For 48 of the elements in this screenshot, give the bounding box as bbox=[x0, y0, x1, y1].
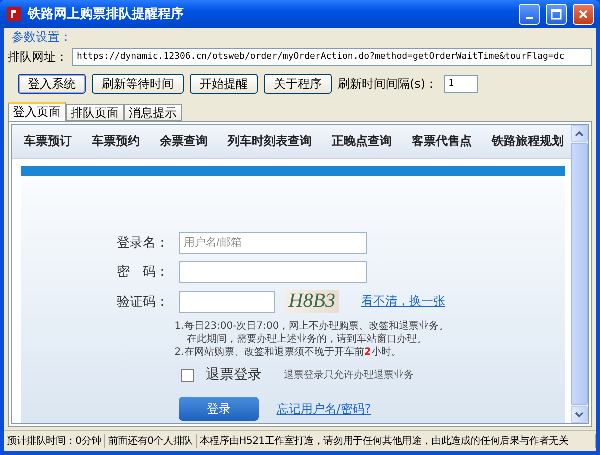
nav-link[interactable]: 列车时刻表查询 bbox=[228, 133, 312, 150]
url-field[interactable]: https://dynamic.12306.cn/otsweb/order/myOrderAction.do?method=getOrderWaitTime&tourFlag=dc bbox=[72, 48, 592, 66]
interval-label: 刷新时间间隔(s)： bbox=[338, 76, 438, 92]
url-label: 排队网址： bbox=[8, 48, 68, 66]
close-icon bbox=[578, 8, 589, 20]
status-text: 前面还有0个人排队 bbox=[105, 434, 197, 448]
notice-text: 在此期间，需要办理上述业务的，请到车站窗口办理。 bbox=[186, 333, 428, 346]
minimize-button[interactable] bbox=[519, 4, 540, 24]
interval-field[interactable]: 1 bbox=[444, 75, 478, 93]
toolbar-button[interactable]: 刷新等待时间 bbox=[92, 74, 184, 94]
status-text: 预计排队时间：0分钟 bbox=[4, 434, 106, 448]
scroll-up-icon[interactable] bbox=[575, 130, 584, 136]
app-icon bbox=[6, 6, 22, 22]
refund-hint: 退票登录只允许办理退票业务 bbox=[284, 368, 414, 382]
toolbar-button[interactable]: 关于程序 bbox=[264, 74, 332, 94]
captcha-field[interactable] bbox=[178, 290, 275, 312]
nav-link[interactable]: 铁路旅程规划 bbox=[492, 133, 564, 150]
refresh-captcha-link[interactable]: 看不清，换一张 bbox=[361, 293, 446, 310]
notice-text: 1.每日23:00-次日7:00，网上不办理购票、改签和退票业务。 bbox=[174, 320, 450, 333]
status-text: 本程序由H521工作室打造，请勿用于任何其他用途，由此造成的任何后果与作者无关 bbox=[196, 434, 596, 448]
toolbar-button[interactable]: 开始提醒 bbox=[190, 74, 258, 94]
username-label: 登录名： bbox=[116, 235, 170, 252]
login-button[interactable]: 登录 bbox=[178, 397, 259, 421]
toolbar-button[interactable]: 登入系统 bbox=[18, 74, 86, 94]
close-button[interactable] bbox=[573, 4, 594, 24]
tab[interactable]: 消息提示 bbox=[124, 104, 182, 121]
captcha-image: H8B3 bbox=[284, 290, 340, 313]
nav-link[interactable]: 客票代售点 bbox=[412, 133, 472, 150]
scroll-down-icon[interactable] bbox=[575, 412, 584, 418]
captcha-label: 验证码： bbox=[116, 294, 170, 310]
password-label: 密 码： bbox=[116, 264, 170, 281]
window-title: 铁路网上购票排队提醒程序 bbox=[28, 6, 185, 23]
tab[interactable]: 排队页面 bbox=[66, 104, 124, 121]
nav-link[interactable]: 车票预订 bbox=[24, 133, 72, 150]
maximize-icon bbox=[551, 8, 562, 20]
password-field[interactable] bbox=[178, 261, 367, 283]
nav-link[interactable]: 正晚点查询 bbox=[332, 133, 392, 150]
maximize-button[interactable] bbox=[546, 4, 567, 24]
refund-login-label: 退票登录 bbox=[206, 366, 262, 384]
group-label: 参数设置： bbox=[11, 29, 73, 46]
minimize-icon bbox=[526, 17, 533, 19]
nav-link[interactable]: 车票预约 bbox=[92, 133, 140, 150]
username-field[interactable]: 用户名/邮箱 bbox=[178, 232, 367, 254]
refund-checkbox[interactable] bbox=[180, 368, 194, 382]
forgot-password-link[interactable]: 忘记用户名/密码? bbox=[276, 400, 372, 418]
nav-link[interactable]: 余票查询 bbox=[160, 133, 208, 150]
tab[interactable]: 登入页面 bbox=[8, 102, 66, 121]
notice-text: 2.在网站购票、改签和退票须不晚于开车前2小时。 bbox=[174, 346, 402, 359]
